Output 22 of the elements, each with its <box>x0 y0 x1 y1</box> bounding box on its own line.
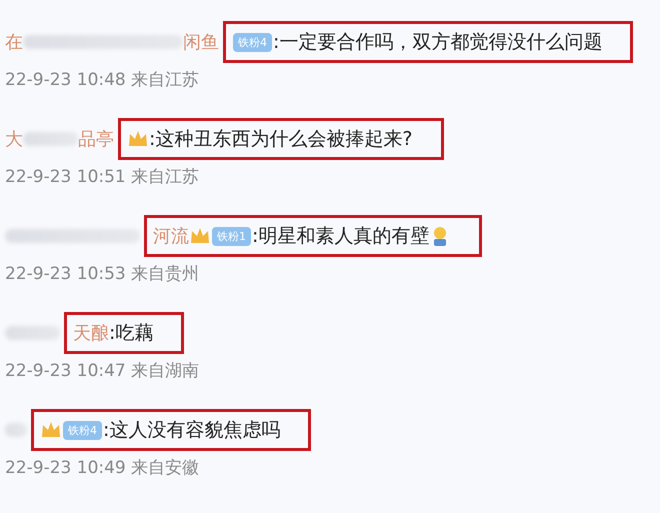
user-name[interactable]: 闲鱼 <box>183 30 219 54</box>
comment-text: :这人没有容貌焦虑吗 <box>103 418 280 443</box>
user-name[interactable]: 天酿 <box>73 321 109 345</box>
user-name[interactable]: 大 <box>5 127 23 151</box>
blurred-name <box>23 132 78 146</box>
blurred-name <box>5 326 60 340</box>
fan-badge: 铁粉4 <box>233 32 272 52</box>
comment-time: 22-9-23 10:48 来自江苏 <box>5 69 200 91</box>
user-name[interactable]: 品亭 <box>78 127 114 151</box>
fan-badge: 铁粉1 <box>212 226 251 246</box>
user-name[interactable]: 河流 <box>153 224 189 248</box>
comment-text: :这种丑东西为什么会被捧起来? <box>149 127 412 152</box>
comment-text: :一定要合作吗，双方都觉得没什么问题 <box>273 30 602 55</box>
comment-time: 22-9-23 10:49 来自安徽 <box>5 457 200 479</box>
blurred-name <box>5 423 27 437</box>
comment-time: 22-9-23 10:53 来自贵州 <box>5 263 200 285</box>
comment-time: 22-9-23 10:51 来自江苏 <box>5 166 200 188</box>
comment-time: 22-9-23 10:47 来自湖南 <box>5 360 200 382</box>
fan-badge: 铁粉4 <box>63 420 102 440</box>
comment-text: :吃藕 <box>109 321 154 346</box>
user-name[interactable]: 在 <box>5 30 23 54</box>
comment-text: :明星和素人真的有壁 <box>252 224 430 249</box>
